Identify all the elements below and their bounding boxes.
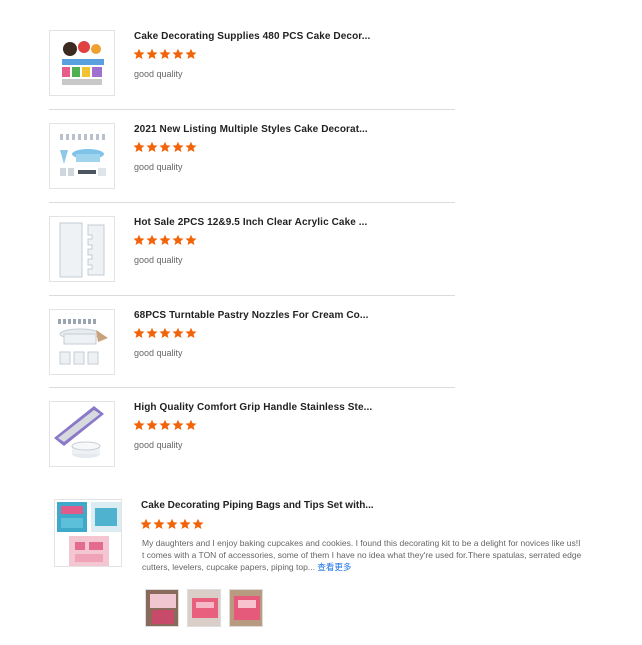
star-icon: [185, 48, 197, 60]
product-title[interactable]: Hot Sale 2PCS 12&9.5 Inch Clear Acrylic …: [134, 217, 374, 228]
review-comment: good quality: [134, 348, 183, 358]
star-icon: [172, 327, 184, 339]
product-title[interactable]: Cake Decorating Piping Bags and Tips Set…: [141, 500, 374, 511]
star-icon: [146, 327, 158, 339]
star-icon: [153, 518, 165, 530]
product-title[interactable]: 2021 New Listing Multiple Styles Cake De…: [134, 124, 374, 135]
review-comment: good quality: [134, 162, 183, 172]
star-icon: [133, 419, 145, 431]
star-icon: [172, 419, 184, 431]
product-thumbnail[interactable]: [49, 309, 115, 375]
star-icon: [185, 141, 197, 153]
star-icon: [185, 327, 197, 339]
review-photos: [145, 589, 263, 627]
star-icon: [166, 518, 178, 530]
star-icon: [133, 141, 145, 153]
product-title[interactable]: Cake Decorating Supplies 480 PCS Cake De…: [134, 31, 374, 42]
divider: [49, 202, 455, 203]
star-icon: [146, 419, 158, 431]
review-comment: good quality: [134, 255, 183, 265]
star-icon: [159, 327, 171, 339]
star-rating: [133, 234, 197, 246]
star-rating: [133, 419, 197, 431]
review-comment: good quality: [134, 69, 183, 79]
star-icon: [146, 141, 158, 153]
star-icon: [172, 234, 184, 246]
star-icon: [159, 141, 171, 153]
review-photo[interactable]: [229, 589, 263, 627]
review-photo[interactable]: [145, 589, 179, 627]
star-icon: [146, 234, 158, 246]
star-icon: [146, 48, 158, 60]
star-icon: [172, 141, 184, 153]
star-icon: [172, 48, 184, 60]
view-more-link[interactable]: 查看更多: [317, 562, 351, 572]
product-thumbnail[interactable]: [54, 499, 122, 567]
product-thumbnail[interactable]: [49, 401, 115, 467]
product-thumbnail[interactable]: [49, 30, 115, 96]
divider: [49, 295, 455, 296]
star-icon: [133, 234, 145, 246]
star-icon: [185, 234, 197, 246]
star-icon: [133, 327, 145, 339]
star-icon: [179, 518, 191, 530]
star-icon: [159, 234, 171, 246]
product-title[interactable]: 68PCS Turntable Pastry Nozzles For Cream…: [134, 310, 374, 321]
star-icon: [185, 419, 197, 431]
star-rating: [133, 48, 197, 60]
star-icon: [192, 518, 204, 530]
product-title[interactable]: High Quality Comfort Grip Handle Stainle…: [134, 402, 374, 413]
divider: [49, 387, 455, 388]
star-icon: [140, 518, 152, 530]
product-thumbnail[interactable]: [49, 216, 115, 282]
star-rating: [133, 327, 197, 339]
star-icon: [159, 419, 171, 431]
review-comment: good quality: [134, 440, 183, 450]
review-photo[interactable]: [187, 589, 221, 627]
star-icon: [159, 48, 171, 60]
product-thumbnail[interactable]: [49, 123, 115, 189]
review-text: My daughters and I enjoy baking cupcakes…: [142, 537, 582, 573]
star-icon: [133, 48, 145, 60]
review-body: My daughters and I enjoy baking cupcakes…: [142, 538, 582, 572]
divider: [49, 109, 455, 110]
star-rating: [140, 518, 204, 530]
star-rating: [133, 141, 197, 153]
